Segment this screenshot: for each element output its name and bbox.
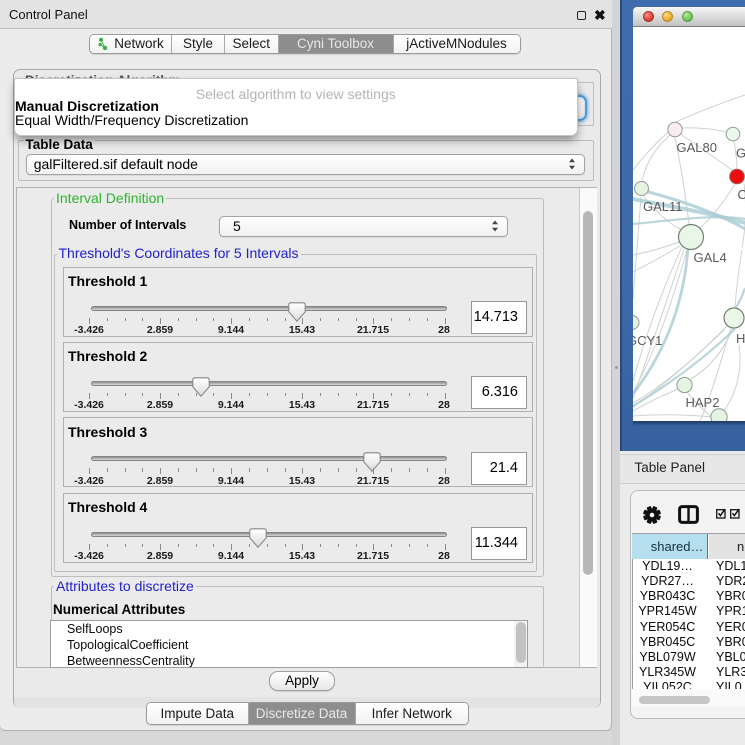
svg-text:HAP2: HAP2 xyxy=(686,395,720,410)
svg-text:GCY1: GCY1 xyxy=(633,333,662,348)
svg-text:C: C xyxy=(738,187,745,202)
svg-text:GA: GA xyxy=(736,146,745,161)
svg-text:GAL4: GAL4 xyxy=(694,250,727,265)
svg-text:H: H xyxy=(736,331,745,346)
svg-text:GAL80: GAL80 xyxy=(677,140,717,155)
svg-text:GAL11: GAL11 xyxy=(643,199,683,214)
